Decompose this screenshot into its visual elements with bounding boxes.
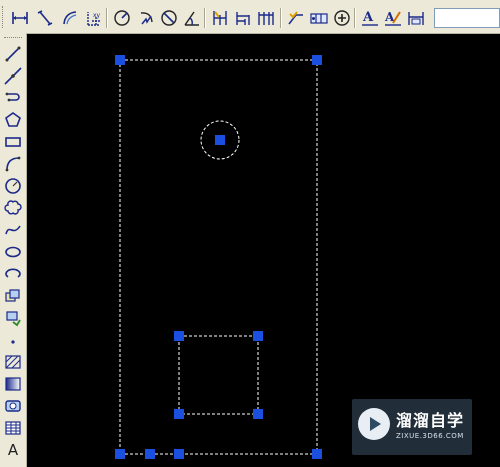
- center-mark-icon[interactable]: [332, 8, 352, 28]
- angular-dimension-icon[interactable]: [182, 8, 202, 28]
- continue-dimension-icon[interactable]: [256, 8, 276, 28]
- jogged-dimension-icon[interactable]: [136, 8, 156, 28]
- grip-inner-bottom-left[interactable]: [174, 409, 184, 419]
- grip-outer-bottom-left[interactable]: [115, 449, 125, 459]
- aligned-dimension-icon[interactable]: [35, 8, 55, 28]
- radius-dimension-icon[interactable]: [112, 8, 132, 28]
- multiline-text-icon[interactable]: A: [3, 440, 23, 460]
- tolerance-icon[interactable]: [309, 8, 329, 28]
- dimension-toolbar: xy A A: [0, 0, 500, 34]
- rectangle-icon[interactable]: [3, 132, 23, 152]
- polyline-icon[interactable]: [3, 88, 23, 108]
- grip-outer-bottom-right[interactable]: [312, 449, 322, 459]
- quick-dimension-icon[interactable]: [210, 8, 230, 28]
- revision-cloud-icon[interactable]: [3, 198, 23, 218]
- ellipse-arc-icon[interactable]: [3, 264, 23, 284]
- line-icon[interactable]: [3, 44, 23, 64]
- svg-text:A: A: [362, 10, 374, 25]
- ordinate-dimension-icon[interactable]: xy: [84, 8, 104, 28]
- gradient-icon[interactable]: [3, 374, 23, 394]
- site-watermark: 溜溜自学 ZIXUE.3D66.COM: [352, 399, 472, 455]
- arc-length-dimension-icon[interactable]: [60, 8, 80, 28]
- watermark-title: 溜溜自学: [396, 411, 465, 430]
- grip-outer-bottom-mid-2[interactable]: [174, 449, 184, 459]
- ellipse-icon[interactable]: [3, 242, 23, 262]
- region-icon[interactable]: [3, 396, 23, 416]
- watermark-url: ZIXUE.3D66.COM: [396, 432, 464, 440]
- spline-icon[interactable]: [3, 220, 23, 240]
- hatch-icon[interactable]: [3, 352, 23, 372]
- toolbar-separator: [106, 8, 108, 28]
- svg-text:xy: xy: [93, 12, 101, 19]
- inner-rectangle[interactable]: [178, 335, 259, 415]
- grip-circle-center[interactable]: [215, 135, 225, 145]
- dimension-edit-icon[interactable]: A: [360, 8, 380, 28]
- dimension-text-edit-icon[interactable]: A: [383, 8, 403, 28]
- grip-outer-top-right[interactable]: [312, 55, 322, 65]
- text-tool-label: A: [7, 441, 19, 459]
- arc-icon[interactable]: [3, 154, 23, 174]
- toolbar-separator: [354, 8, 356, 28]
- toolbar-separator: [280, 8, 282, 28]
- insert-block-icon[interactable]: [3, 286, 23, 306]
- circle-icon[interactable]: [3, 176, 23, 196]
- make-block-icon[interactable]: [3, 308, 23, 328]
- grip-inner-bottom-right[interactable]: [253, 409, 263, 419]
- baseline-dimension-icon[interactable]: [233, 8, 253, 28]
- polygon-icon[interactable]: [3, 110, 23, 130]
- grip-outer-bottom-mid[interactable]: [145, 449, 155, 459]
- toolbar-grip[interactable]: [2, 6, 6, 28]
- grip-outer-top-left[interactable]: [115, 55, 125, 65]
- play-logo-icon: [358, 408, 390, 440]
- construction-line-icon[interactable]: [3, 66, 23, 86]
- toolbar-grip[interactable]: [4, 37, 22, 41]
- outer-rectangle[interactable]: [119, 59, 318, 455]
- draw-toolbar: A: [0, 33, 27, 467]
- table-icon[interactable]: [3, 418, 23, 438]
- point-icon[interactable]: [3, 330, 23, 350]
- diameter-dimension-icon[interactable]: [159, 8, 179, 28]
- quick-leader-icon[interactable]: [286, 8, 306, 28]
- grip-inner-top-left[interactable]: [174, 331, 184, 341]
- grip-inner-top-right[interactable]: [253, 331, 263, 341]
- dimension-update-icon[interactable]: [406, 8, 426, 28]
- dimension-style-field[interactable]: [434, 8, 500, 28]
- linear-dimension-icon[interactable]: [10, 8, 30, 28]
- toolbar-separator: [204, 8, 206, 28]
